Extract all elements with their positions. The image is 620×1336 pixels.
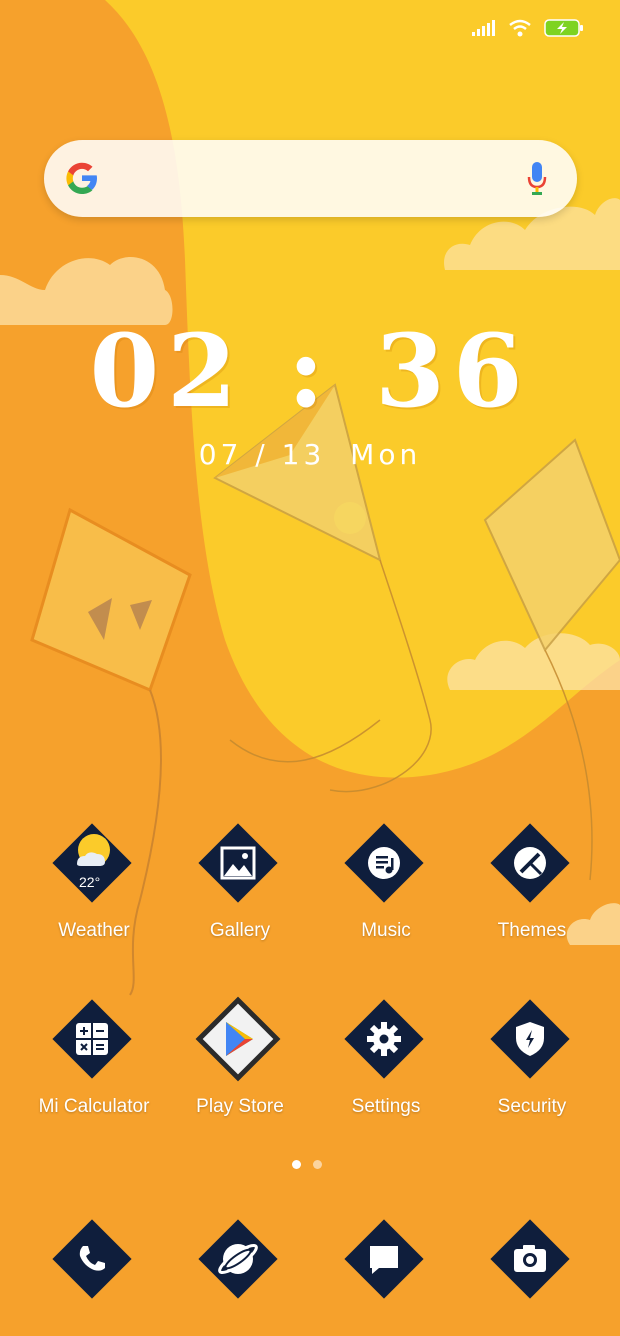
dock-browser[interactable] xyxy=(167,1214,307,1314)
signal-icon xyxy=(472,20,495,36)
battery-charging-icon xyxy=(544,19,583,37)
app-security[interactable]: Security xyxy=(459,988,599,1138)
microphone-icon[interactable] xyxy=(527,162,547,196)
google-g-icon xyxy=(66,162,97,194)
wifi-icon xyxy=(509,19,531,37)
status-bar xyxy=(472,14,584,42)
date-text: 07 / 13 xyxy=(198,438,326,471)
app-mi-calculator[interactable]: Mi Calculator xyxy=(21,988,161,1138)
page-dot-2[interactable] xyxy=(313,1160,322,1169)
music-icon xyxy=(344,823,424,903)
app-label: Play Store xyxy=(196,1096,284,1117)
weather-icon xyxy=(52,823,132,903)
themes-icon xyxy=(490,823,570,903)
clock-date: 07 / 13 Mon xyxy=(0,438,620,471)
app-themes[interactable]: Themes xyxy=(459,812,599,962)
app-label: Security xyxy=(497,1096,567,1117)
app-label: Themes xyxy=(497,920,567,941)
play-store-icon xyxy=(195,996,281,1082)
app-weather[interactable]: 22° Weather xyxy=(21,812,161,962)
app-label: Gallery xyxy=(209,920,271,941)
app-label: Settings xyxy=(351,1096,421,1117)
shield-icon xyxy=(490,999,570,1079)
weekday-text: Mon xyxy=(350,438,422,471)
gear-icon xyxy=(344,999,424,1079)
clock-time[interactable]: 02 : 36 xyxy=(0,316,620,426)
page-dot-1[interactable] xyxy=(292,1160,301,1169)
weather-temp: 22° xyxy=(79,874,101,890)
dock-messages[interactable] xyxy=(313,1214,453,1314)
messages-icon xyxy=(344,1219,424,1299)
calculator-icon xyxy=(52,999,132,1079)
app-label: Weather xyxy=(58,920,130,941)
search-input[interactable] xyxy=(114,158,498,200)
gallery-icon xyxy=(198,823,278,903)
phone-icon xyxy=(52,1219,132,1299)
app-music[interactable]: Music xyxy=(313,812,453,962)
app-label: Music xyxy=(361,920,411,941)
camera-icon xyxy=(490,1219,570,1299)
dock-camera[interactable] xyxy=(459,1214,599,1314)
app-play-store[interactable]: Play Store xyxy=(167,988,307,1138)
browser-icon xyxy=(198,1219,278,1299)
google-search-bar[interactable] xyxy=(44,140,577,217)
app-gallery[interactable]: Gallery xyxy=(167,812,307,962)
page-indicator[interactable] xyxy=(292,1160,322,1169)
app-settings[interactable]: Settings xyxy=(313,988,453,1138)
app-label: Mi Calculator xyxy=(38,1096,150,1117)
dock-phone[interactable] xyxy=(21,1214,161,1314)
